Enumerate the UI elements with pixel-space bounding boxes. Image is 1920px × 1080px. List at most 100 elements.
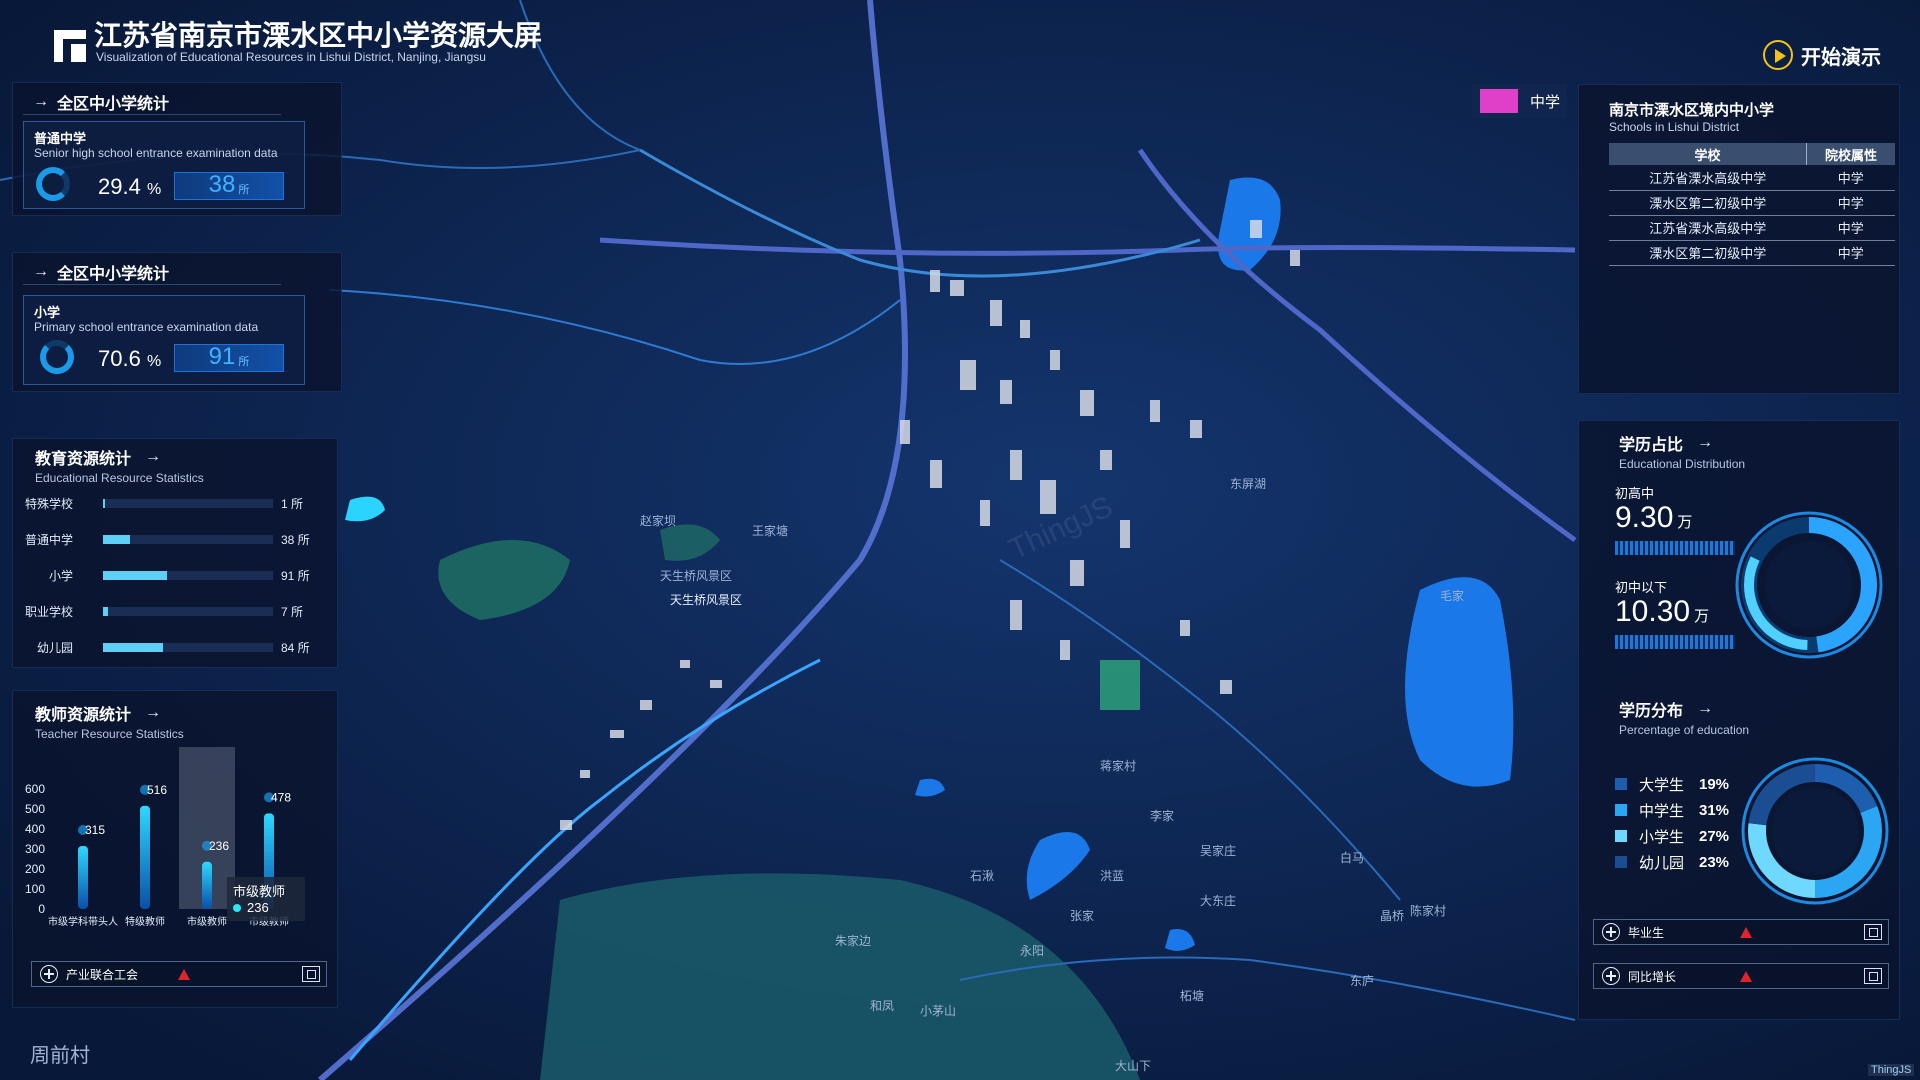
brand-tag: ThingJS xyxy=(1868,1064,1915,1076)
teacher-resource-subtitle: Teacher Resource Statistics xyxy=(35,727,184,741)
edu-ratio-title: 学历占比 xyxy=(1619,437,1684,454)
bar-value-label: 315 xyxy=(85,823,105,837)
map-label: 晶桥 xyxy=(1380,909,1404,923)
edu-dist-subtitle: Percentage of education xyxy=(1619,723,1750,737)
middle-stat-name: 普通中学 xyxy=(34,131,87,146)
resource-value: 84 所 xyxy=(281,641,310,655)
edu-resource-title: 教育资源统计 xyxy=(35,451,132,468)
arrow-right-icon: → xyxy=(33,262,49,280)
col-school[interactable]: 学校 xyxy=(1609,143,1807,165)
edu-dist-title: 学历分布 xyxy=(1619,703,1684,720)
resource-fill xyxy=(103,607,108,616)
start-demo-button[interactable]: 开始演示 xyxy=(1763,38,1881,72)
school-attr: 中学 xyxy=(1806,165,1895,191)
school-attr: 中学 xyxy=(1806,190,1895,216)
school-name: 江苏省溧水高级中学 xyxy=(1609,165,1807,191)
map-label: 大东庄 xyxy=(1200,893,1236,908)
school-name: 江苏省溧水高级中学 xyxy=(1609,215,1807,241)
primary-ring-icon xyxy=(40,340,74,374)
dist-legend-item[interactable]: 小学生 27% xyxy=(1615,826,1745,846)
y-tick-label: 400 xyxy=(25,822,45,836)
dist-legend-pct: 19% xyxy=(1699,775,1730,793)
plus-icon[interactable] xyxy=(1602,967,1620,985)
edu-ratio-heading: 学历占比 → Educational Distribution xyxy=(1619,431,1745,471)
primary-stat-header-label: 全区中小学统计 xyxy=(57,265,170,283)
page-title: 江苏省南京市溧水区中小学资源大屏 xyxy=(94,20,543,51)
map-label: 东屏湖 xyxy=(1230,476,1266,491)
map-label: 柘塘 xyxy=(1180,988,1204,1003)
graduates-row[interactable]: 毕业生 xyxy=(1593,919,1889,945)
primary-count-box: 91 所 xyxy=(174,344,284,372)
yoy-growth-label: 同比增长 xyxy=(1628,969,1677,984)
legend-swatch xyxy=(1615,856,1627,868)
industry-union-row[interactable]: 产业联合工会 xyxy=(31,961,327,987)
ratio-item2-value: 10.30 xyxy=(1615,595,1691,628)
teacher-resource-panel: 教师资源统计 → Teacher Resource Statistics 0 10… xyxy=(12,690,338,1008)
arrow-right-icon[interactable]: → xyxy=(145,704,161,722)
plus-icon[interactable] xyxy=(40,965,58,983)
middle-ring-icon xyxy=(36,167,70,201)
middle-stat-header-label: 全区中小学统计 xyxy=(57,95,170,113)
primary-school-stat-panel: → 全区中小学统计 小学 Primary school entrance exa… xyxy=(12,252,342,392)
map-label: 白马 xyxy=(1340,850,1364,865)
middle-stat-desc: Senior high school entrance examination … xyxy=(34,146,278,160)
arrow-right-icon[interactable]: → xyxy=(1697,434,1713,452)
table-row[interactable]: 溧水区第二初级中学 中学 xyxy=(1609,240,1895,266)
school-attr: 中学 xyxy=(1806,215,1895,241)
primary-stat-name: 小学 xyxy=(34,305,61,320)
teacher-resource-heading: 教师资源统计 → Teacher Resource Statistics xyxy=(35,701,184,741)
ratio-item2: 10.30 万 xyxy=(1615,595,1709,629)
play-icon xyxy=(1763,40,1793,70)
dist-ring-chart[interactable] xyxy=(1739,755,1891,907)
middle-pct-value: 29.4 xyxy=(98,174,141,199)
tooltip-value: 236 xyxy=(247,900,269,915)
table-row[interactable]: 江苏省溧水高级中学 中学 xyxy=(1609,165,1895,191)
map-label: 周前村 xyxy=(30,1044,90,1067)
dist-legend-name: 幼儿园 xyxy=(1639,854,1685,872)
map-label: 吴家庄 xyxy=(1200,843,1236,858)
dist-legend-item[interactable]: 中学生 31% xyxy=(1615,800,1745,820)
resource-label: 职业学校 xyxy=(24,605,73,619)
resource-track xyxy=(103,499,273,508)
resource-fill xyxy=(103,571,168,580)
resource-track xyxy=(103,643,273,652)
middle-stat-header: → 全区中小学统计 xyxy=(23,89,281,115)
map-legend[interactable]: 中学 xyxy=(1472,84,1567,118)
expand-icon[interactable] xyxy=(302,966,320,982)
resource-value: 1 所 xyxy=(281,497,304,511)
start-demo-label: 开始演示 xyxy=(1801,46,1881,69)
expand-icon[interactable] xyxy=(1864,924,1882,940)
tooltip-dot xyxy=(233,903,241,912)
resource-value: 38 所 xyxy=(281,533,310,547)
plus-icon[interactable] xyxy=(1602,923,1620,941)
schools-panel: 南京市溧水区境内中小学 Schools in Lishui District 学… xyxy=(1578,84,1900,394)
resource-label: 普通中学 xyxy=(24,533,73,547)
y-tick-label: 200 xyxy=(25,862,45,876)
arrow-right-icon[interactable]: → xyxy=(1697,700,1713,718)
dist-legend-pct: 23% xyxy=(1699,853,1730,871)
ratio-item1-label: 初高中 xyxy=(1615,486,1655,501)
map-label: 天生桥风景区 xyxy=(670,593,742,607)
table-row[interactable]: 溧水区第二初级中学 中学 xyxy=(1609,190,1895,216)
map-label: 毛家 xyxy=(1440,588,1464,603)
ratio-ring-chart[interactable] xyxy=(1731,507,1887,663)
map-label: 大山下 xyxy=(1115,1059,1151,1073)
map-label: 张家 xyxy=(1070,908,1094,923)
dist-legend-item[interactable]: 大学生 19% xyxy=(1615,774,1745,794)
x-tick-label: 特级教师 xyxy=(125,915,165,928)
col-attr[interactable]: 院校属性 xyxy=(1805,143,1895,165)
legend-label: 中学 xyxy=(1530,93,1561,111)
primary-count-unit: 所 xyxy=(238,356,250,368)
page-subtitle: Visualization of Educational Resources i… xyxy=(96,50,486,64)
expand-icon[interactable] xyxy=(1864,968,1882,984)
arrow-right-icon[interactable]: → xyxy=(145,448,161,466)
resource-row: 小学 91 所 xyxy=(31,567,311,583)
yoy-growth-row[interactable]: 同比增长 xyxy=(1593,963,1889,989)
x-tick-label: 市级教师 xyxy=(187,915,227,928)
bar-value-label: 236 xyxy=(209,839,229,853)
legend-swatch xyxy=(1480,89,1518,113)
table-row[interactable]: 江苏省溧水高级中学 中学 xyxy=(1609,215,1895,241)
dist-legend-item[interactable]: 幼儿园 23% xyxy=(1615,852,1745,872)
schools-title: 南京市溧水区境内中小学 xyxy=(1609,102,1775,119)
warning-triangle-icon xyxy=(178,968,190,980)
